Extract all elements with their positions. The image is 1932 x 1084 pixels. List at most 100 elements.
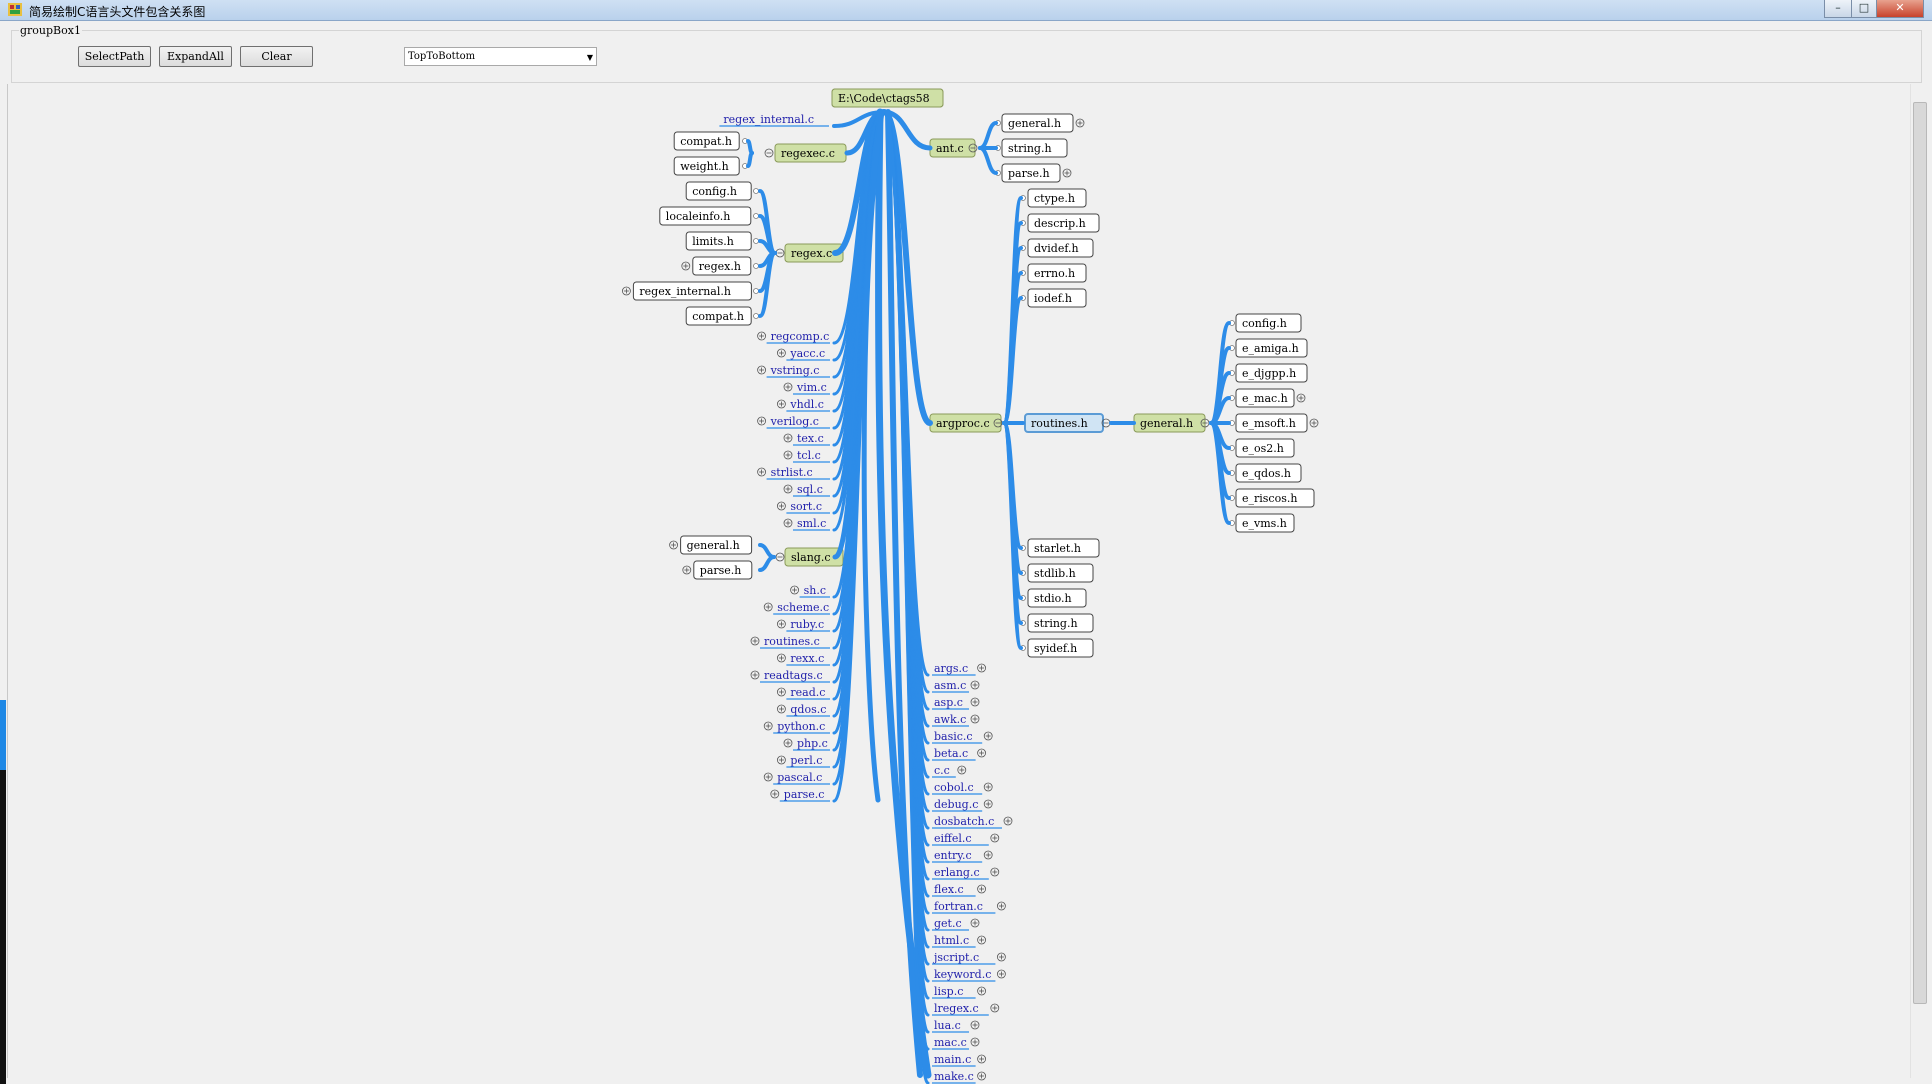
file-link-lregex-c[interactable]: lregex.c bbox=[932, 1002, 989, 1016]
expand-icon[interactable] bbox=[1296, 393, 1306, 403]
expand-icon[interactable] bbox=[783, 484, 793, 494]
node-limits-h[interactable]: limits.h bbox=[685, 231, 752, 251]
file-link-routines-c[interactable]: routines.c bbox=[760, 635, 830, 649]
file-link-scheme-c[interactable]: scheme.c bbox=[773, 601, 830, 615]
file-link-get-c[interactable]: get.c bbox=[932, 917, 969, 931]
expand-icon[interactable] bbox=[983, 731, 993, 741]
node-general-h[interactable]: general.h bbox=[1133, 413, 1206, 433]
expand-icon[interactable] bbox=[970, 680, 980, 690]
file-link-qdos-c[interactable]: qdos.c bbox=[786, 703, 830, 717]
expand-icon[interactable] bbox=[777, 501, 786, 511]
file-link-keyword-c[interactable]: keyword.c bbox=[932, 968, 996, 982]
file-link-asp-c[interactable]: asp.c bbox=[932, 696, 969, 710]
file-link-flex-c[interactable]: flex.c bbox=[932, 883, 976, 897]
node-e_riscos-h[interactable]: e_riscos.h bbox=[1235, 488, 1315, 508]
file-link-args-c[interactable]: args.c bbox=[932, 662, 976, 676]
expand-icon[interactable] bbox=[622, 286, 631, 296]
node-compat-h[interactable]: compat.h bbox=[685, 306, 752, 326]
node-parse-h[interactable]: parse.h bbox=[1001, 163, 1061, 183]
expand-icon[interactable] bbox=[763, 772, 773, 782]
file-link-cobol-c[interactable]: cobol.c bbox=[932, 781, 983, 795]
expand-icon[interactable] bbox=[997, 901, 1006, 911]
expand-icon[interactable] bbox=[777, 619, 786, 629]
file-link-sql-c[interactable]: sql.c bbox=[793, 483, 830, 497]
expand-icon[interactable] bbox=[977, 1071, 986, 1081]
expand-icon[interactable] bbox=[1003, 816, 1013, 826]
file-link-readtags-c[interactable]: readtags.c bbox=[760, 669, 830, 683]
expand-icon[interactable] bbox=[783, 518, 793, 528]
node-localeinfo-h[interactable]: localeinfo.h bbox=[659, 206, 752, 226]
node-e_djgpp-h[interactable]: e_djgpp.h bbox=[1235, 363, 1308, 383]
file-link-entry-c[interactable]: entry.c bbox=[932, 849, 983, 863]
file-link-make-c[interactable]: make.c bbox=[932, 1070, 976, 1084]
expand-icon[interactable] bbox=[977, 935, 986, 945]
file-link-jscript-c[interactable]: jscript.c bbox=[932, 951, 996, 965]
file-link-sh-c[interactable]: sh.c bbox=[799, 584, 830, 598]
file-link-sort-c[interactable]: sort.c bbox=[786, 500, 830, 514]
node-regex-internal-h[interactable]: regex_internal.h bbox=[632, 281, 752, 301]
file-link-vim-c[interactable]: vim.c bbox=[793, 381, 830, 395]
node-ctype-h[interactable]: ctype.h bbox=[1027, 188, 1087, 208]
file-link-verilog-c[interactable]: verilog.c bbox=[766, 415, 830, 429]
expand-icon[interactable] bbox=[983, 850, 993, 860]
expand-icon[interactable] bbox=[770, 789, 780, 799]
file-link-dosbatch-c[interactable]: dosbatch.c bbox=[932, 815, 1002, 829]
expand-icon[interactable] bbox=[777, 687, 786, 697]
node-descrip-h[interactable]: descrip.h bbox=[1027, 213, 1100, 233]
node-compat-h[interactable]: compat.h bbox=[673, 131, 740, 151]
expand-icon[interactable] bbox=[983, 799, 993, 809]
file-link-lua-c[interactable]: lua.c bbox=[932, 1019, 969, 1033]
expand-icon[interactable] bbox=[783, 382, 793, 392]
node-stdio-h[interactable]: stdio.h bbox=[1027, 588, 1087, 608]
file-link-vhdl-c[interactable]: vhdl.c bbox=[786, 398, 830, 412]
file-link-asm-c[interactable]: asm.c bbox=[932, 679, 969, 693]
node-parse-h[interactable]: parse.h bbox=[693, 560, 753, 580]
expand-icon[interactable] bbox=[783, 738, 793, 748]
expand-icon[interactable] bbox=[681, 261, 691, 271]
expand-icon[interactable] bbox=[977, 663, 986, 673]
expand-icon[interactable] bbox=[669, 540, 678, 550]
node-e_vms-h[interactable]: e_vms.h bbox=[1235, 513, 1295, 533]
node-syidef-h[interactable]: syidef.h bbox=[1027, 638, 1094, 658]
file-link-vstring-c[interactable]: vstring.c bbox=[766, 364, 830, 378]
expand-icon[interactable] bbox=[777, 399, 786, 409]
node-config-h[interactable]: config.h bbox=[1235, 313, 1302, 333]
node-weight-h[interactable]: weight.h bbox=[673, 156, 740, 176]
expand-icon[interactable] bbox=[790, 585, 799, 595]
expand-icon[interactable] bbox=[977, 748, 986, 758]
file-link-yacc-c[interactable]: yacc.c bbox=[786, 347, 830, 361]
expand-icon[interactable] bbox=[763, 721, 773, 731]
root-node-label[interactable]: E:\Code\ctags58 bbox=[831, 88, 944, 108]
file-link-c-c[interactable]: c.c bbox=[932, 764, 956, 778]
expand-icon[interactable] bbox=[990, 1003, 1000, 1013]
expand-icon[interactable] bbox=[777, 755, 786, 765]
file-link-regcomp-c[interactable]: regcomp.c bbox=[766, 330, 830, 344]
file-link-rexx-c[interactable]: rexx.c bbox=[786, 652, 830, 666]
file-link-strlist-c[interactable]: strlist.c bbox=[766, 466, 830, 480]
node-regexec-c[interactable]: regexec.c bbox=[774, 143, 847, 163]
expand-icon[interactable] bbox=[970, 697, 980, 707]
file-link-main-c[interactable]: main.c bbox=[932, 1053, 976, 1067]
expand-icon[interactable] bbox=[997, 952, 1006, 962]
node-ant-c[interactable]: ant.c bbox=[929, 138, 976, 158]
expand-icon[interactable] bbox=[682, 565, 692, 575]
node-e_msoft-h[interactable]: e_msoft.h bbox=[1235, 413, 1308, 433]
node-argproc-c[interactable]: argproc.c bbox=[929, 413, 1002, 433]
expand-icon[interactable] bbox=[990, 867, 1000, 877]
expand-icon[interactable] bbox=[1075, 118, 1085, 128]
expand-icon[interactable] bbox=[750, 670, 760, 680]
file-link-tcl-c[interactable]: tcl.c bbox=[793, 449, 830, 463]
expand-icon[interactable] bbox=[957, 765, 967, 775]
expand-icon[interactable] bbox=[757, 331, 766, 341]
node-errno-h[interactable]: errno.h bbox=[1027, 263, 1087, 283]
file-link-parse-c[interactable]: parse.c bbox=[779, 788, 830, 802]
node-config-h[interactable]: config.h bbox=[685, 181, 752, 201]
expand-icon[interactable] bbox=[990, 833, 1000, 843]
expand-icon[interactable] bbox=[783, 450, 793, 460]
expand-icon[interactable] bbox=[750, 636, 760, 646]
file-link-awk-c[interactable]: awk.c bbox=[932, 713, 969, 727]
expand-icon[interactable] bbox=[970, 1037, 980, 1047]
expand-icon[interactable] bbox=[757, 467, 766, 477]
expand-icon[interactable] bbox=[757, 416, 766, 426]
expand-icon[interactable] bbox=[777, 348, 786, 358]
